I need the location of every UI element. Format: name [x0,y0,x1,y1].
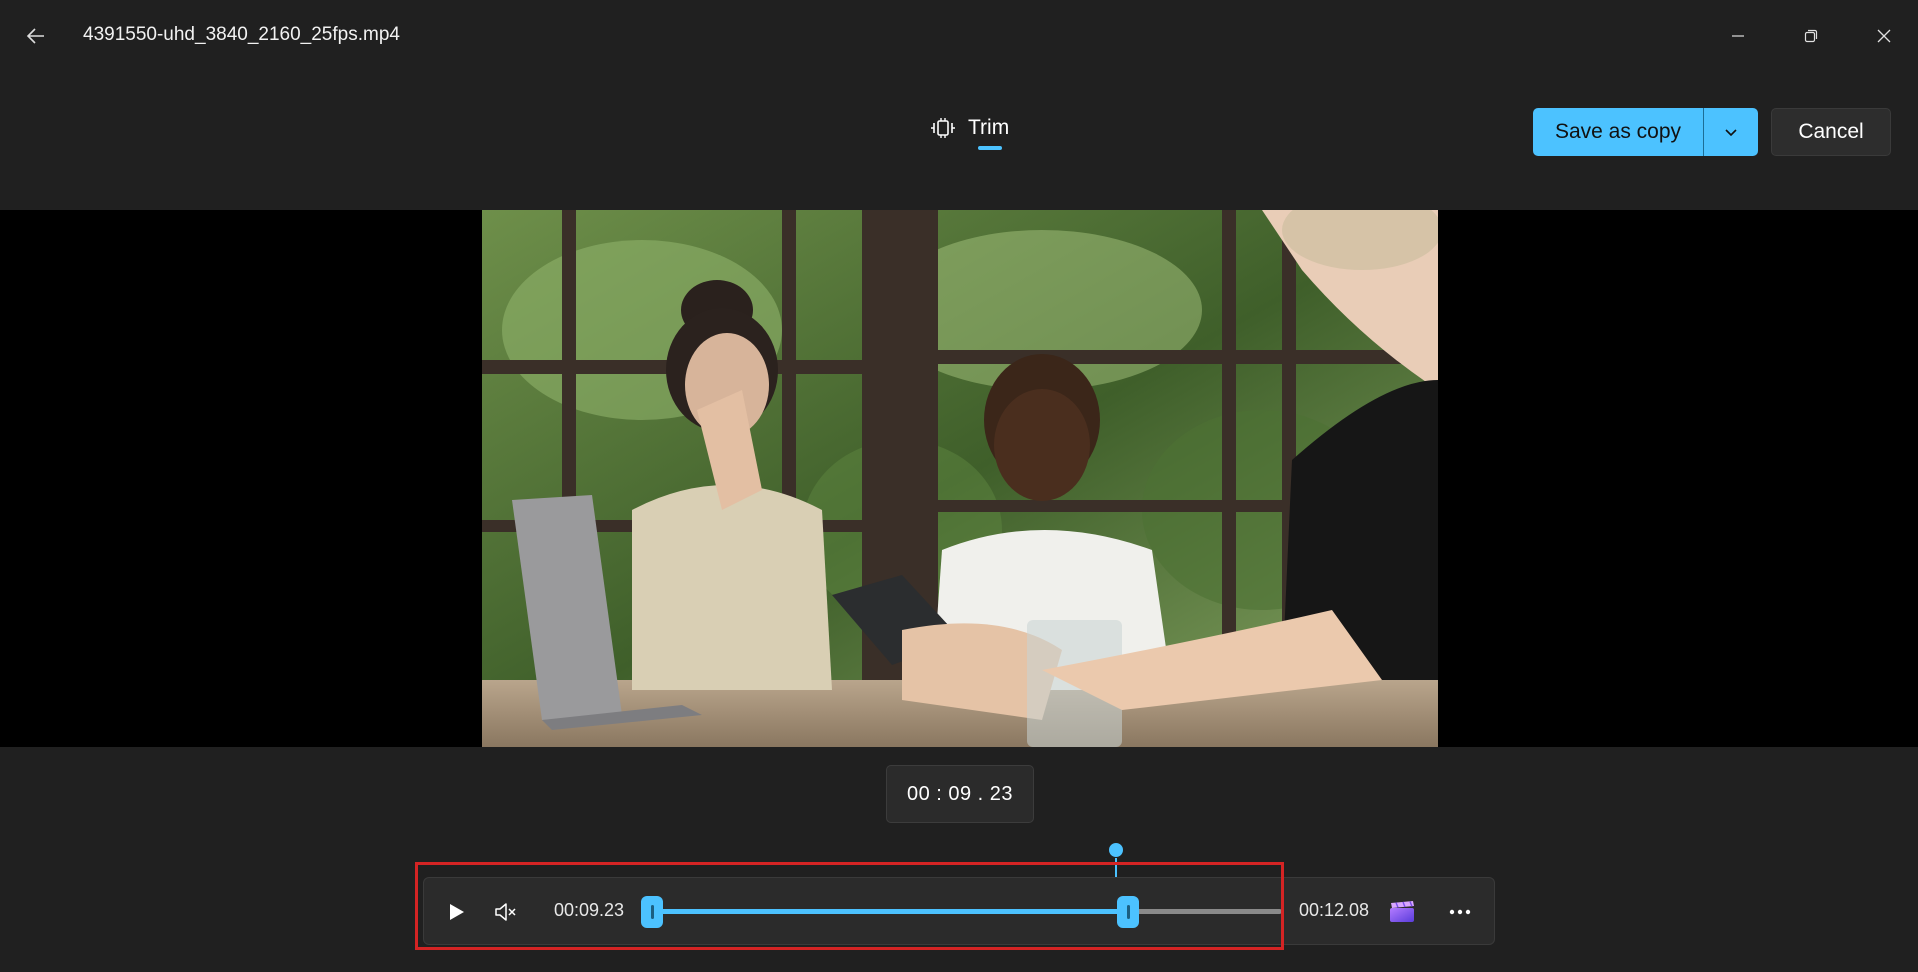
muted-speaker-icon [495,903,516,921]
play-button[interactable] [436,892,476,932]
minimize-button[interactable] [1716,14,1760,58]
clipchamp-button[interactable] [1382,892,1422,932]
close-window-button[interactable] [1862,14,1906,58]
timecode-display[interactable]: 00 : 09 . 23 [886,765,1034,823]
mute-button[interactable] [486,892,526,932]
video-frame[interactable] [482,210,1438,747]
minimize-icon [1732,35,1744,37]
play-icon [450,904,464,920]
trim-icon [931,118,955,138]
more-icon [1449,909,1471,915]
save-as-copy-button[interactable]: Save as copy [1533,108,1703,156]
tab-trim[interactable]: Trim [930,106,1009,150]
trim-start-time: 00:09.23 [554,900,625,920]
trim-end-time: 00:12.08 [1299,900,1370,920]
trim-start-handle[interactable] [641,896,663,928]
back-button[interactable] [18,18,54,54]
chevron-down-icon [1725,129,1737,137]
clipchamp-icon [1390,901,1414,922]
trim-end-handle[interactable] [1117,896,1139,928]
restore-icon [1804,29,1818,43]
save-button-group: Save as copy [1533,108,1758,156]
active-tab-indicator [978,146,1002,150]
back-arrow-icon [26,28,44,44]
video-preview-area [0,210,1918,747]
close-icon [1877,29,1891,43]
more-options-button[interactable] [1440,892,1480,932]
playback-controls-bar: 00:09.23 00:12.08 [423,877,1495,945]
video-still-image [482,210,1438,747]
playhead-knob[interactable] [1107,841,1125,859]
save-options-dropdown[interactable] [1704,108,1758,156]
tab-trim-label: Trim [968,116,1010,139]
timeline-selected-range [652,909,1128,914]
video-editor-window: 4391550-uhd_3840_2160_25fps.mp4 Trim Sav… [0,0,1918,972]
title-bar: 4391550-uhd_3840_2160_25fps.mp4 [0,0,1918,72]
cancel-button[interactable]: Cancel [1771,108,1891,156]
restore-button[interactable] [1789,14,1833,58]
file-name: 4391550-uhd_3840_2160_25fps.mp4 [83,24,400,45]
